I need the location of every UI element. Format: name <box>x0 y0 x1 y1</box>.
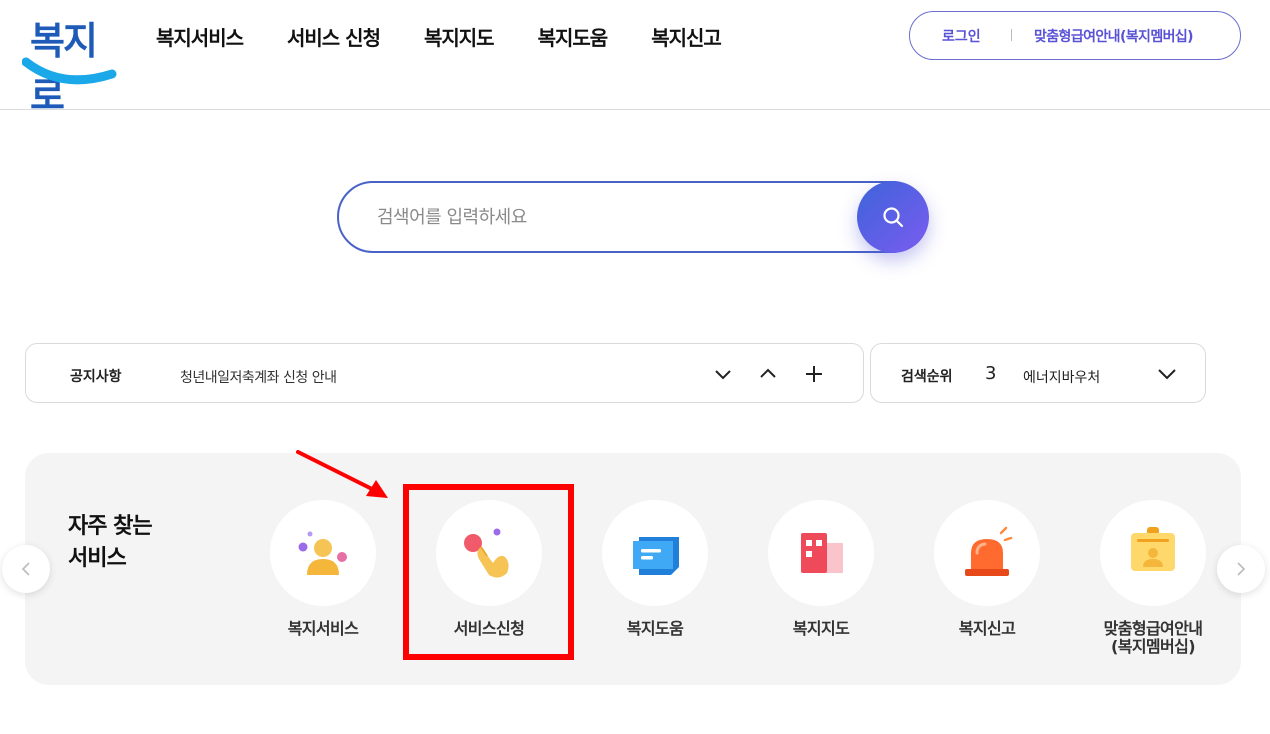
search-box <box>337 181 927 253</box>
chevron-down-icon[interactable] <box>713 364 733 384</box>
plus-icon[interactable] <box>804 364 824 384</box>
service-icon-circle <box>768 500 874 606</box>
chevron-up-icon[interactable] <box>758 364 778 384</box>
notice-text[interactable]: 청년내일저축계좌 신청 안내 <box>180 367 337 387</box>
service-label: 복지도움 <box>626 619 684 638</box>
membership-link[interactable]: 맞춤형급여안내(복지멤버십) <box>1034 26 1194 46</box>
person-icon <box>298 531 347 575</box>
main-nav: 복지서비스 서비스 신청 복지지도 복지도움 복지신고 <box>156 22 765 51</box>
nav-service-apply[interactable]: 서비스 신청 <box>287 22 381 51</box>
service-icon-circle <box>1100 500 1206 606</box>
service-label: 맞춤형급여안내 (복지멤버십) <box>1103 619 1203 656</box>
nav-welfare-service[interactable]: 복지서비스 <box>156 22 244 51</box>
service-item-membership[interactable]: 맞춤형급여안내 (복지멤버십) <box>1078 500 1228 656</box>
service-icon-circle <box>270 500 376 606</box>
search-icon <box>883 207 904 228</box>
account-divider <box>1011 29 1012 41</box>
site-header: 복지로 복지서비스 서비스 신청 복지지도 복지도움 복지신고 로그인 맞춤형급… <box>0 0 1270 118</box>
chevron-down-icon[interactable] <box>1157 364 1177 384</box>
service-icon-circle <box>934 500 1040 606</box>
service-item-welfare[interactable]: 복지서비스 <box>248 500 398 638</box>
search-ranking-bar: 검색순위 3 에너지바우처 <box>870 343 1206 403</box>
chevron-left-icon <box>21 562 30 576</box>
notice-bar: 공지사항 청년내일저축계좌 신청 안내 <box>25 343 864 403</box>
siren-icon <box>965 526 1013 576</box>
map-building-icon <box>801 533 843 573</box>
site-logo[interactable]: 복지로 <box>22 8 118 118</box>
service-icon-circle <box>602 500 708 606</box>
service-label: 복지서비스 <box>287 619 359 638</box>
service-label: 복지신고 <box>958 619 1016 638</box>
notice-label: 공지사항 <box>70 369 122 385</box>
carousel-prev-button[interactable] <box>2 545 50 593</box>
nav-welfare-map[interactable]: 복지지도 <box>424 22 495 51</box>
highlight-box <box>403 484 574 660</box>
annotation-arrow-icon <box>296 450 388 498</box>
service-item-report[interactable]: 복지신고 <box>912 500 1062 638</box>
smile-logo-icon <box>22 57 117 85</box>
service-item-help[interactable]: 복지도움 <box>580 500 730 638</box>
chat-bubble-icon <box>633 537 679 575</box>
ranking-label: 검색순위 <box>901 369 953 385</box>
frequent-services-title: 자주 찾는 서비스 <box>68 514 153 571</box>
search-button[interactable] <box>857 181 929 253</box>
ranking-number: 3 <box>985 363 997 384</box>
search-input[interactable] <box>377 201 847 233</box>
nav-welfare-report[interactable]: 복지신고 <box>651 22 722 51</box>
service-item-map[interactable]: 복지지도 <box>746 500 896 638</box>
service-label: 복지지도 <box>792 619 850 638</box>
chevron-right-icon <box>1237 562 1246 576</box>
membership-card-icon <box>1131 527 1175 571</box>
ranking-keyword[interactable]: 에너지바우처 <box>1023 367 1100 387</box>
nav-welfare-help[interactable]: 복지도움 <box>538 22 609 51</box>
account-box: 로그인 맞춤형급여안내(복지멤버십) <box>909 11 1241 60</box>
login-link[interactable]: 로그인 <box>942 26 981 46</box>
